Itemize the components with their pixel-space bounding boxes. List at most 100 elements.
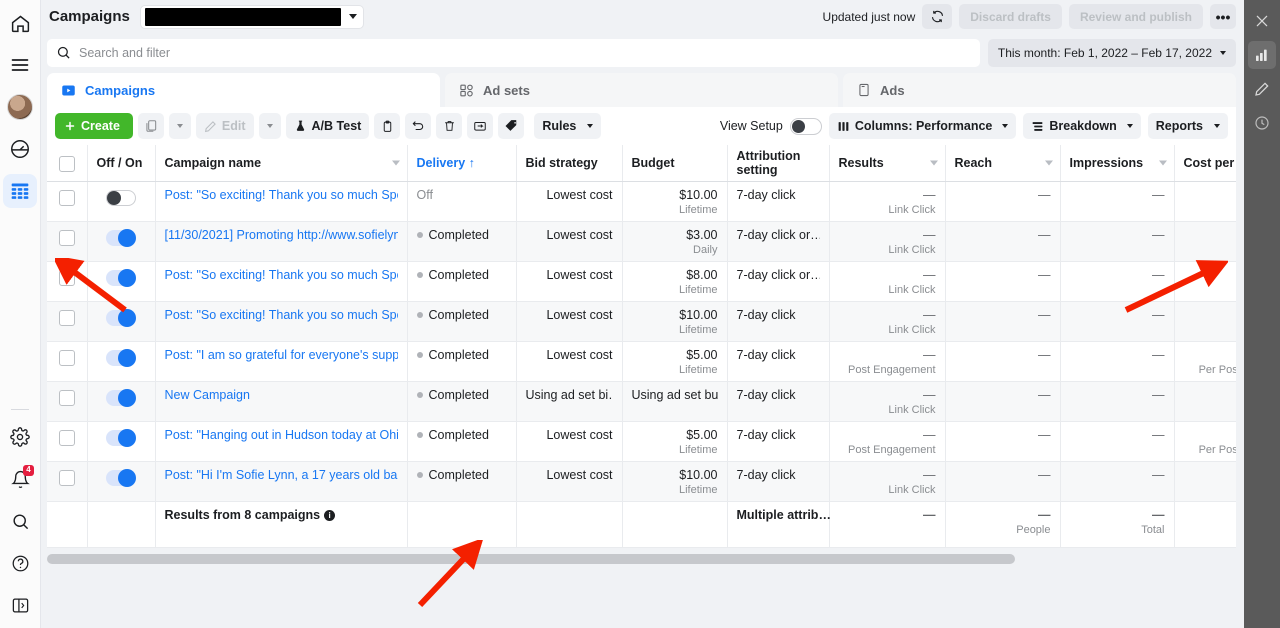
row-checkbox[interactable] <box>59 270 75 286</box>
clipboard-button[interactable] <box>374 113 400 139</box>
th-select-all[interactable] <box>47 145 87 181</box>
dashboard-icon[interactable] <box>3 132 37 166</box>
ab-test-button[interactable]: A/B Test <box>286 113 370 139</box>
horizontal-scrollbar[interactable] <box>47 554 1236 564</box>
row-name-cell[interactable]: [11/30/2021] Promoting http://www.sofiel… <box>155 221 407 261</box>
campaign-status-toggle[interactable] <box>106 230 136 246</box>
row-select-cell[interactable] <box>47 461 87 501</box>
export-button[interactable] <box>467 113 493 139</box>
rules-button[interactable]: Rules <box>534 113 601 139</box>
campaign-status-toggle[interactable] <box>106 350 136 366</box>
th-delivery[interactable]: Delivery ↑ <box>407 145 516 181</box>
table-icon[interactable] <box>3 174 37 208</box>
refresh-button[interactable] <box>922 4 952 29</box>
th-campaign-name[interactable]: Campaign name <box>155 145 407 181</box>
panel-toggle-icon[interactable] <box>3 588 37 622</box>
table-row[interactable]: Post: "Hanging out in Hudson today at Oh… <box>47 421 1236 461</box>
review-and-publish-button[interactable]: Review and publish <box>1069 4 1203 29</box>
columns-button[interactable]: Columns: Performance <box>829 113 1017 139</box>
duplicate-dropdown[interactable] <box>169 113 191 139</box>
campaign-status-toggle[interactable] <box>106 390 136 406</box>
campaign-name-link[interactable]: Post: "So exciting! Thank you so much Sp… <box>165 308 398 323</box>
row-toggle-cell[interactable] <box>87 381 155 421</box>
select-all-checkbox[interactable] <box>59 156 75 172</box>
table-row[interactable]: Post: "I am so grateful for everyone's s… <box>47 341 1236 381</box>
row-name-cell[interactable]: Post: "I am so grateful for everyone's s… <box>155 341 407 381</box>
th-bid-strategy[interactable]: Bid strategy <box>516 145 622 181</box>
chevron-down-icon[interactable] <box>392 160 400 165</box>
campaign-name-link[interactable]: [11/30/2021] Promoting http://www.sofiel… <box>165 228 398 243</box>
pencil-icon[interactable] <box>1248 75 1276 103</box>
campaign-status-toggle[interactable] <box>106 310 136 326</box>
edit-dropdown[interactable] <box>259 113 281 139</box>
table-row[interactable]: [11/30/2021] Promoting http://www.sofiel… <box>47 221 1236 261</box>
chevron-down-icon[interactable] <box>1045 160 1053 165</box>
campaign-status-toggle[interactable] <box>106 190 136 206</box>
row-checkbox[interactable] <box>59 470 75 486</box>
row-name-cell[interactable]: Post: "Hi I'm Sofie Lynn, a 17 years old… <box>155 461 407 501</box>
duplicate-button[interactable] <box>138 113 164 139</box>
th-results[interactable]: Results <box>829 145 945 181</box>
clock-icon[interactable] <box>1248 109 1276 137</box>
row-select-cell[interactable] <box>47 341 87 381</box>
more-options-button[interactable]: ••• <box>1210 4 1236 29</box>
th-budget[interactable]: Budget <box>622 145 727 181</box>
table-row[interactable]: Post: "So exciting! Thank you so much Sp… <box>47 301 1236 341</box>
row-select-cell[interactable] <box>47 261 87 301</box>
row-checkbox[interactable] <box>59 390 75 406</box>
table-row[interactable]: Post: "So exciting! Thank you so much Sp… <box>47 181 1236 221</box>
menu-icon[interactable] <box>3 48 37 82</box>
search-input[interactable]: Search and filter <box>47 39 980 67</box>
row-name-cell[interactable]: New Campaign <box>155 381 407 421</box>
undo-button[interactable] <box>405 113 431 139</box>
row-toggle-cell[interactable] <box>87 461 155 501</box>
campaign-name-link[interactable]: Post: "I am so grateful for everyone's s… <box>165 348 398 363</box>
th-cost-per-result[interactable]: Cost per resu <box>1174 145 1236 181</box>
chevron-down-icon[interactable] <box>930 160 938 165</box>
row-name-cell[interactable]: Post: "So exciting! Thank you so much Sp… <box>155 181 407 221</box>
table-row[interactable]: Post: "Hi I'm Sofie Lynn, a 17 years old… <box>47 461 1236 501</box>
home-icon[interactable] <box>3 6 37 40</box>
delete-button[interactable] <box>436 113 462 139</box>
tab-campaigns[interactable]: Campaigns <box>47 73 440 107</box>
campaign-name-link[interactable]: Post: "So exciting! Thank you so much Sp… <box>165 188 398 203</box>
campaign-name-link[interactable]: Post: "Hi I'm Sofie Lynn, a 17 years old… <box>165 468 398 483</box>
avatar[interactable] <box>3 90 37 124</box>
row-select-cell[interactable] <box>47 181 87 221</box>
row-toggle-cell[interactable] <box>87 421 155 461</box>
campaign-name-link[interactable]: New Campaign <box>165 388 398 403</box>
row-select-cell[interactable] <box>47 421 87 461</box>
date-range-picker[interactable]: This month: Feb 1, 2022 – Feb 17, 2022 <box>988 39 1236 67</box>
edit-button[interactable]: Edit <box>196 113 254 139</box>
chevron-down-icon[interactable] <box>1159 160 1167 165</box>
campaign-name-link[interactable]: Post: "So exciting! Thank you so much Sp… <box>165 268 398 283</box>
row-checkbox[interactable] <box>59 430 75 446</box>
breakdown-button[interactable]: Breakdown <box>1023 113 1140 139</box>
row-checkbox[interactable] <box>59 310 75 326</box>
create-button[interactable]: Create <box>55 113 133 139</box>
row-checkbox[interactable] <box>59 350 75 366</box>
settings-gear-icon[interactable] <box>3 420 37 454</box>
tab-ads[interactable]: Ads <box>843 73 1236 107</box>
close-icon[interactable] <box>1248 7 1276 35</box>
help-icon[interactable] <box>3 546 37 580</box>
campaign-status-toggle[interactable] <box>106 270 136 286</box>
th-impressions[interactable]: Impressions <box>1060 145 1174 181</box>
row-toggle-cell[interactable] <box>87 341 155 381</box>
row-toggle-cell[interactable] <box>87 181 155 221</box>
account-selector[interactable] <box>140 5 364 29</box>
th-off-on[interactable]: Off / On <box>87 145 155 181</box>
row-checkbox[interactable] <box>59 230 75 246</box>
bar-chart-icon[interactable] <box>1248 41 1276 69</box>
tab-ad-sets[interactable]: Ad sets <box>445 73 838 107</box>
row-toggle-cell[interactable] <box>87 301 155 341</box>
info-icon[interactable]: i <box>324 510 335 521</box>
row-name-cell[interactable]: Post: "Hanging out in Hudson today at Oh… <box>155 421 407 461</box>
row-checkbox[interactable] <box>59 190 75 206</box>
th-reach[interactable]: Reach <box>945 145 1060 181</box>
reports-button[interactable]: Reports <box>1148 113 1228 139</box>
row-select-cell[interactable] <box>47 381 87 421</box>
table-row[interactable]: New CampaignCompletedUsing ad set bi…Usi… <box>47 381 1236 421</box>
th-attribution-setting[interactable]: Attribution setting <box>727 145 829 181</box>
table-row[interactable]: Post: "So exciting! Thank you so much Sp… <box>47 261 1236 301</box>
